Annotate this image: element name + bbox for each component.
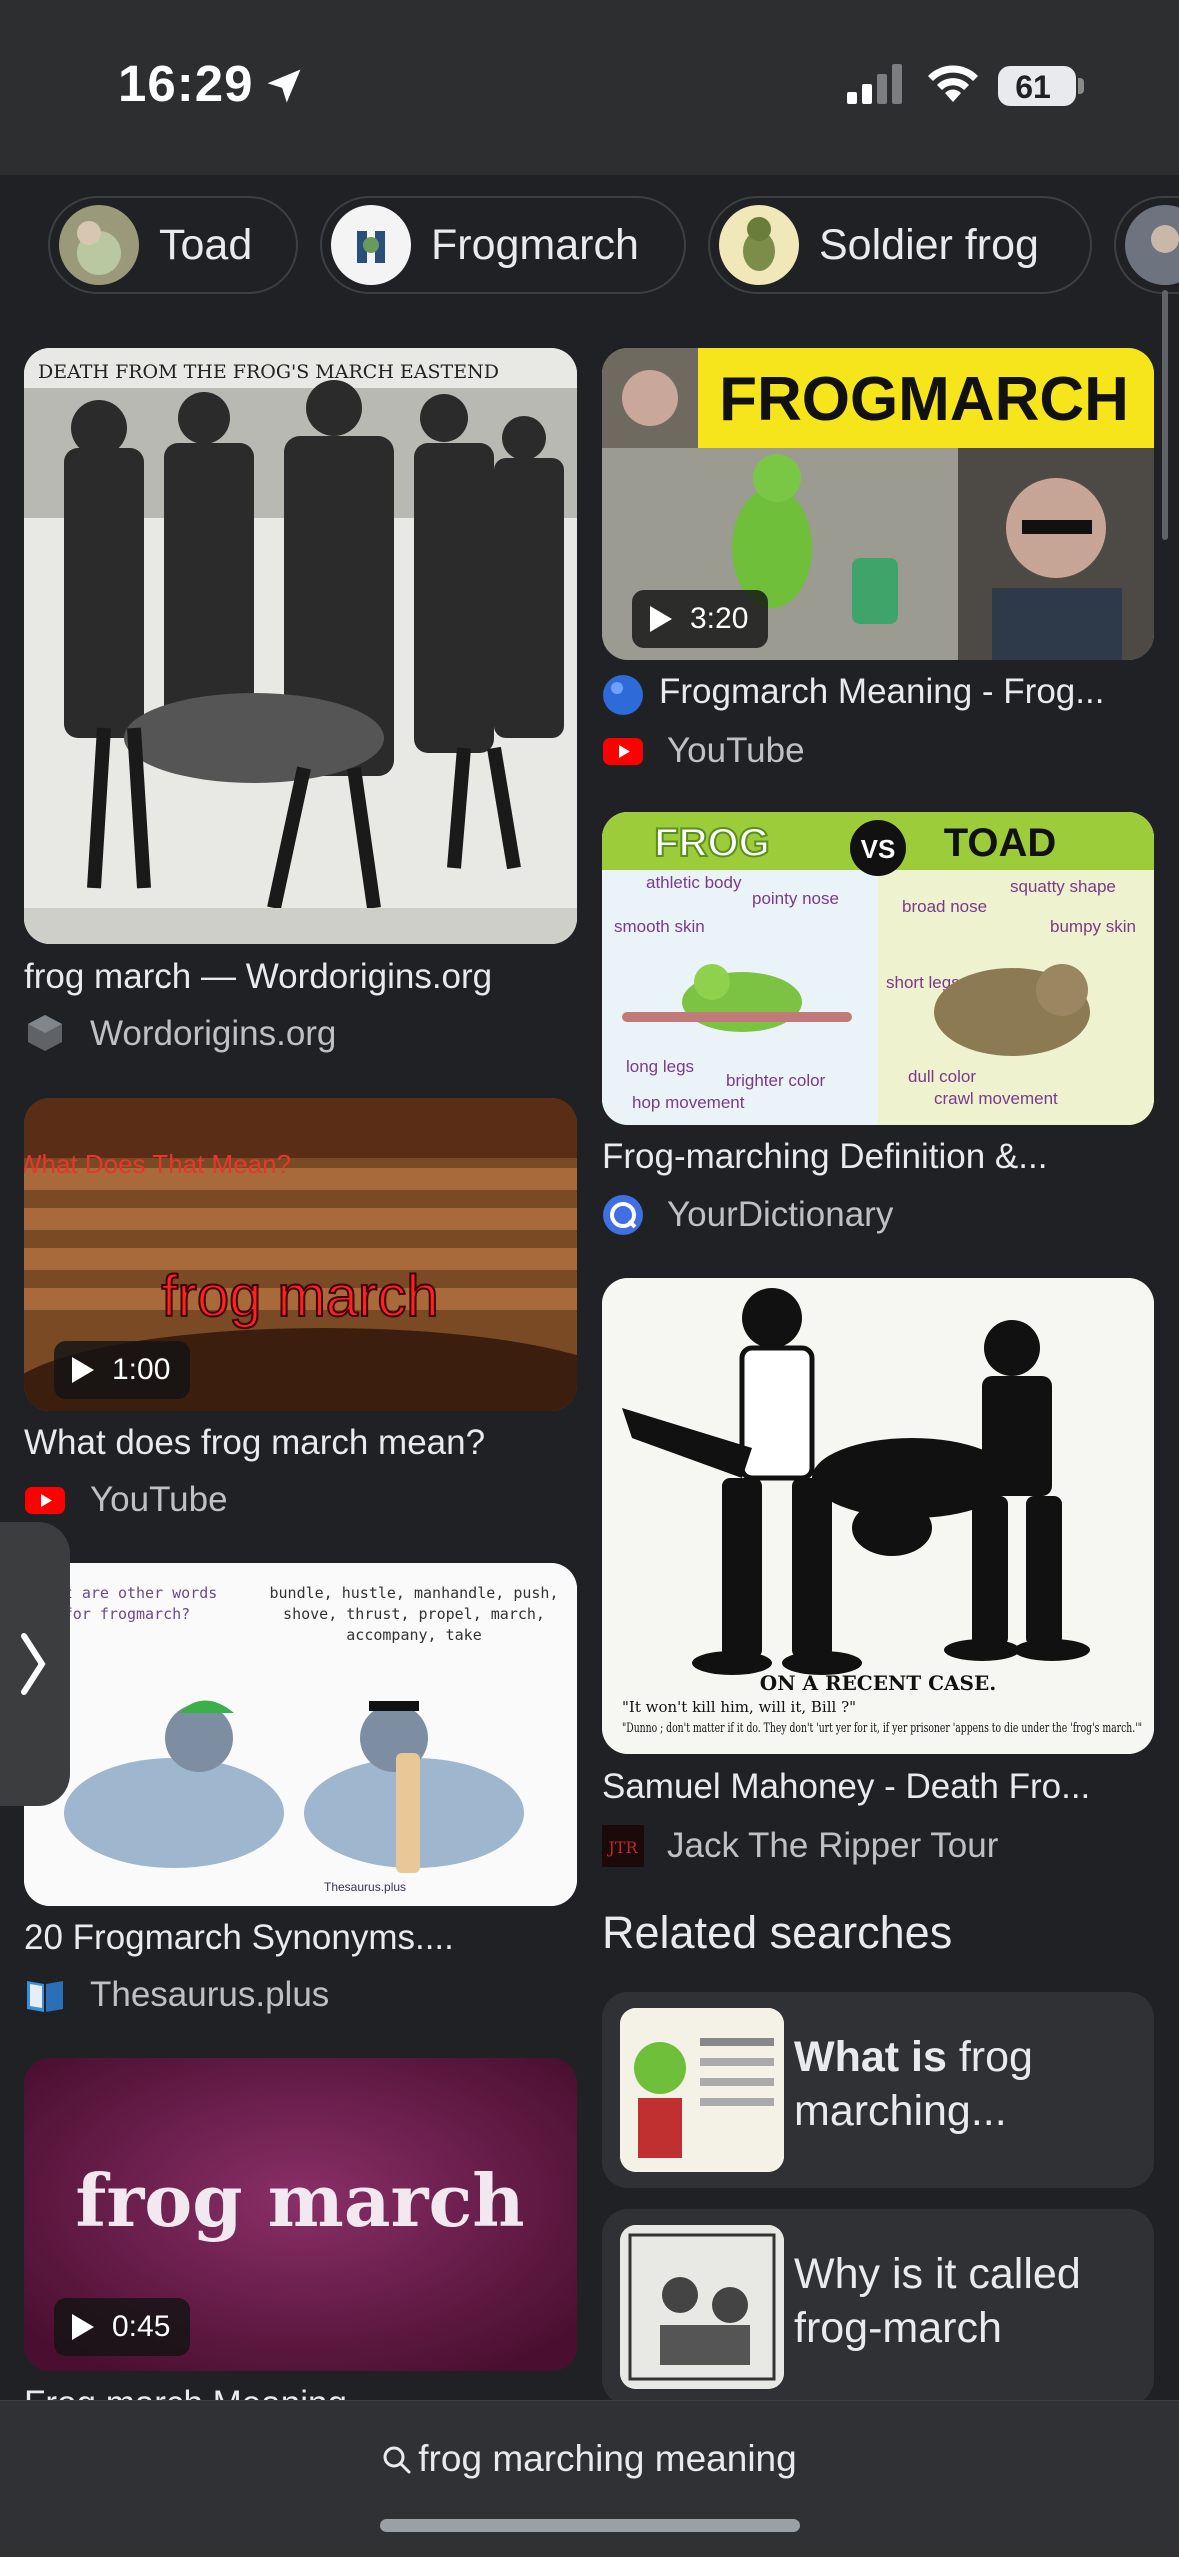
- related-thumbnail: [620, 2225, 784, 2389]
- cartoon-caption-line: "Dunno ; don't matter if it do. They don…: [622, 1721, 1142, 1736]
- video-duration-badge: 0:45: [54, 2298, 191, 2356]
- battery-icon: 61: [998, 66, 1076, 106]
- chip-toad[interactable]: Toad: [48, 196, 298, 294]
- label: long legs: [626, 1057, 694, 1076]
- image-credit: Thesaurus.plus: [324, 1880, 406, 1894]
- book-icon: [27, 1981, 63, 2012]
- related-thumbnail: [620, 2008, 784, 2172]
- label: brighter color: [726, 1071, 826, 1090]
- thumbnail-main-text: frog march: [161, 1264, 438, 1329]
- label: hop movement: [632, 1093, 745, 1112]
- label: broad nose: [902, 897, 987, 916]
- result-source: Thesaurus.plus: [90, 1975, 330, 2014]
- chip-label: Toad: [159, 220, 253, 269]
- video-duration: 1:00: [112, 1353, 171, 1386]
- video-duration: 0:45: [112, 2310, 171, 2343]
- chip-more[interactable]: [1114, 196, 1179, 294]
- related-search-item[interactable]: What is frog marching...: [602, 1992, 1154, 2188]
- chip-more-thumbnail: [1125, 205, 1179, 285]
- search-icon: [383, 2446, 411, 2474]
- search-query[interactable]: frog marching meaning: [0, 2438, 1179, 2480]
- result-image[interactable]: FROGMARCH 3:20: [602, 348, 1154, 660]
- youtube-icon: [603, 738, 643, 765]
- result-image[interactable]: what are other words for frogmarch? bund…: [24, 1563, 577, 1906]
- result-image[interactable]: What Does That Mean? frog march 1:00: [24, 1098, 577, 1411]
- chip-label: Soldier frog: [819, 220, 1039, 269]
- chip-soldier-frog-thumbnail: [719, 205, 799, 285]
- label: pointy nose: [752, 889, 839, 908]
- svg-text:JTR: JTR: [606, 1838, 638, 1857]
- synonyms-text: bundle, hustle, manhandle, push, shove, …: [269, 1584, 559, 1644]
- result-title[interactable]: 20 Frogmarch Synonyms....: [24, 1918, 577, 1958]
- scrollbar[interactable]: [1162, 290, 1168, 540]
- result-source: YouTube: [667, 731, 805, 770]
- chip-frogmarch-thumbnail: [331, 205, 411, 285]
- result-image[interactable]: ON A RECENT CASE. "It won't kill him, wi…: [602, 1278, 1154, 1754]
- related-search-rest: Why is it called frog-march: [794, 2250, 1081, 2352]
- youtube-icon: [25, 1487, 65, 1514]
- wordorigins-favicon: [28, 1015, 62, 1051]
- result-image[interactable]: DEATH FROM THE FROG'S MARCH EASTEND: [24, 348, 577, 944]
- result-title[interactable]: Samuel Mahoney - Death Fro...: [602, 1767, 1154, 1807]
- side-panel-handle[interactable]: [0, 1522, 70, 1806]
- thumbnail-title-text: FROGMARCH: [719, 365, 1129, 434]
- image-caption: DEATH FROM THE FROG'S MARCH EASTEND: [38, 361, 499, 383]
- label: crawl movement: [934, 1089, 1058, 1108]
- toad-heading: TOAD: [944, 821, 1057, 865]
- thumbnail-title-text: frog march: [75, 2158, 524, 2243]
- related-search-bold: What is: [794, 2033, 947, 2081]
- yourdictionary-favicon: [603, 1195, 643, 1235]
- result-source: YourDictionary: [667, 1195, 894, 1234]
- search-query-text: frog marching meaning: [418, 2438, 797, 2479]
- label: bumpy skin: [1050, 917, 1136, 936]
- result-title[interactable]: frog march — Wordorigins.org: [24, 957, 577, 997]
- play-icon: [650, 606, 672, 632]
- related-search-item[interactable]: Why is it called frog-march: [602, 2209, 1154, 2405]
- video-duration-badge: 1:00: [54, 1341, 191, 1399]
- result-image[interactable]: FROG VS TOAD athletic body pointy nose s…: [602, 812, 1154, 1125]
- cartoon-caption-title: ON A RECENT CASE.: [760, 1671, 996, 1695]
- video-duration: 3:20: [690, 602, 749, 635]
- label: athletic body: [646, 873, 742, 892]
- related-search-text: Why is it called frog-march: [794, 2247, 1134, 2355]
- chip-toad-thumbnail: [59, 205, 139, 285]
- wifi-icon: [928, 65, 978, 102]
- chevron-right-icon: [21, 1633, 46, 1695]
- vs-label: VS: [861, 834, 896, 864]
- result-title[interactable]: Frogmarch Meaning - Frog...: [659, 672, 1154, 712]
- result-source: YouTube: [90, 1480, 228, 1519]
- location-arrow-icon: [267, 69, 301, 103]
- video-duration-badge: 3:20: [632, 590, 769, 648]
- status-bar: 16:29 61: [0, 0, 1179, 175]
- battery-level: 61: [1015, 69, 1051, 105]
- related-searches-heading: Related searches: [602, 1907, 953, 1958]
- result-title[interactable]: Frog march Meaning: [24, 2384, 577, 2400]
- play-icon: [72, 1357, 94, 1383]
- related-chips-row: Toad Frogmarch Soldier frog: [0, 196, 1179, 298]
- battery-nub: [1078, 78, 1084, 94]
- jack-the-ripper-tour-favicon: JTR: [602, 1825, 644, 1867]
- status-time: 16:29: [118, 55, 254, 112]
- cartoon-caption-line: "It won't kill him, will it, Bill ?": [622, 1698, 856, 1716]
- result-source: Jack The Ripper Tour: [667, 1826, 999, 1865]
- result-image[interactable]: frog march 0:45: [24, 2058, 577, 2371]
- result-source: Wordorigins.org: [90, 1014, 337, 1053]
- frog-heading: FROG: [654, 821, 770, 865]
- cellular-signal-icon: [847, 64, 902, 104]
- label: smooth skin: [614, 917, 705, 936]
- chip-frogmarch[interactable]: Frogmarch: [320, 196, 686, 294]
- play-icon: [72, 2314, 94, 2340]
- related-search-text: What is frog marching...: [794, 2030, 1134, 2138]
- result-title[interactable]: Frog-marching Definition &...: [602, 1137, 1154, 1177]
- label: dull color: [908, 1067, 976, 1086]
- thumbnail-subtitle: What Does That Mean?: [24, 1149, 291, 1179]
- chip-soldier-frog[interactable]: Soldier frog: [708, 196, 1092, 294]
- result-title[interactable]: What does frog march mean?: [24, 1423, 577, 1463]
- home-indicator: [380, 2519, 800, 2532]
- label: squatty shape: [1010, 877, 1116, 896]
- blue-circle-favicon: [603, 675, 643, 715]
- chip-label: Frogmarch: [431, 220, 639, 269]
